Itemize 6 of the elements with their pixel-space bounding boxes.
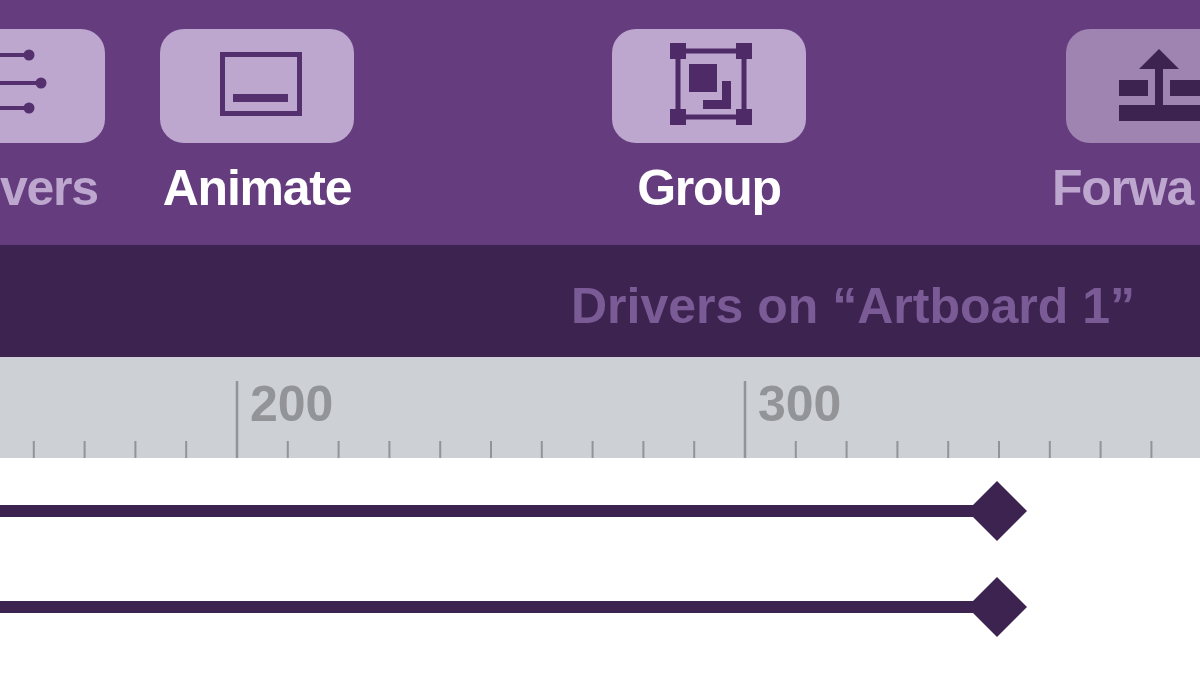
tool-button[interactable]: Animate <box>160 29 354 213</box>
tool-button[interactable]: Group <box>612 29 806 213</box>
tool-button[interactable]: vers <box>0 29 105 213</box>
ruler-label: 300 <box>758 379 842 429</box>
ruler-label: 200 <box>250 379 334 429</box>
panel-title: Drivers on “Artboard 1” <box>571 281 1135 331</box>
